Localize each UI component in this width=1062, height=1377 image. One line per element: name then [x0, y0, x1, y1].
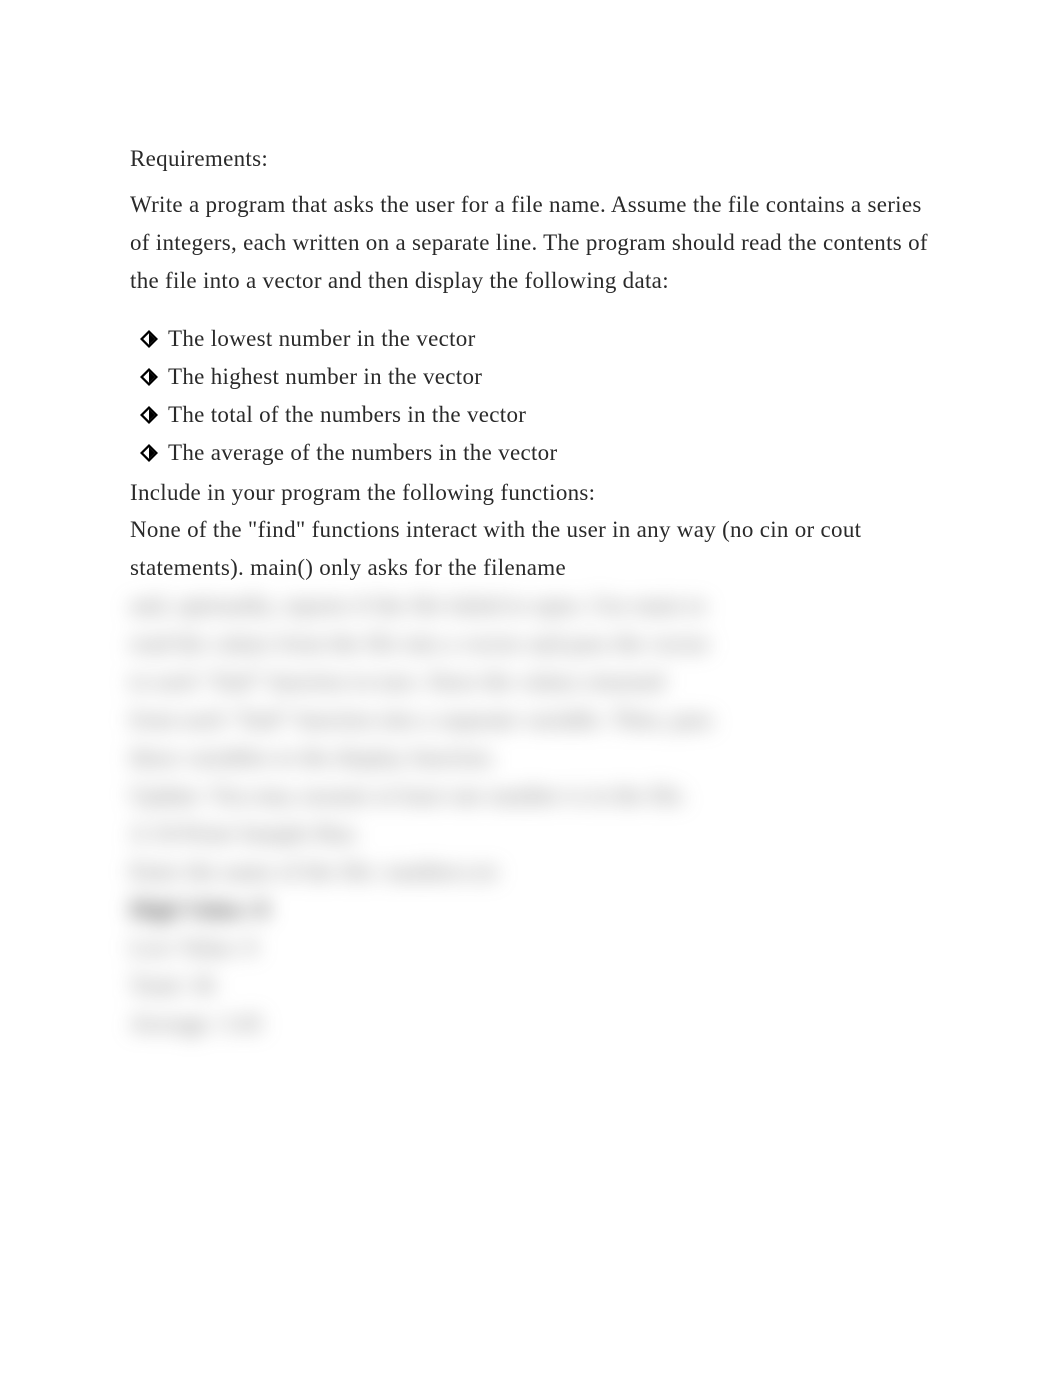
- list-item-text: The average of the numbers in the vector: [168, 434, 557, 472]
- blurred-line: read the values from the file into a vec…: [130, 625, 932, 663]
- blurred-line: and, optionally, reports if the file fai…: [130, 587, 932, 625]
- blurred-line: Update: You may assume at least one numb…: [130, 777, 932, 815]
- restriction-paragraph: None of the "find" functions interact wi…: [130, 511, 932, 587]
- blurred-preview: and, optionally, reports if the file fai…: [130, 587, 932, 1042]
- diamond-icon: [140, 434, 168, 472]
- list-item: The average of the numbers in the vector: [130, 434, 932, 472]
- list-item-text: The lowest number in the vector: [168, 320, 476, 358]
- blurred-line: Average: 3.45: [130, 1005, 932, 1043]
- blurred-line: from each "find" function into a separat…: [130, 701, 932, 739]
- blurred-line: A 10-Point Sample Run: [130, 815, 932, 853]
- document-page: Requirements: Write a program that asks …: [0, 0, 1062, 1103]
- blurred-line: to each "find" function in turn. Store t…: [130, 663, 932, 701]
- diamond-icon: [140, 320, 168, 358]
- blurred-line: Low Value: 0: [130, 929, 932, 967]
- blurred-line: Total: 36: [130, 967, 932, 1005]
- list-item: The highest number in the vector: [130, 358, 932, 396]
- list-item-text: The highest number in the vector: [168, 358, 482, 396]
- blurred-line: these variables to the display function.: [130, 739, 932, 777]
- requirements-heading: Requirements:: [130, 140, 932, 178]
- list-item: The total of the numbers in the vector: [130, 396, 932, 434]
- list-item: The lowest number in the vector: [130, 320, 932, 358]
- diamond-icon: [140, 358, 168, 396]
- list-item-text: The total of the numbers in the vector: [168, 396, 526, 434]
- intro-paragraph: Write a program that asks the user for a…: [130, 186, 932, 300]
- blurred-strong-line: High Value: 8: [130, 891, 932, 929]
- diamond-icon: [140, 396, 168, 434]
- bullet-list: The lowest number in the vector The high…: [130, 320, 932, 472]
- functions-line: Include in your program the following fu…: [130, 474, 932, 512]
- blurred-line: Enter the name of the file: numbers.txt: [130, 853, 932, 891]
